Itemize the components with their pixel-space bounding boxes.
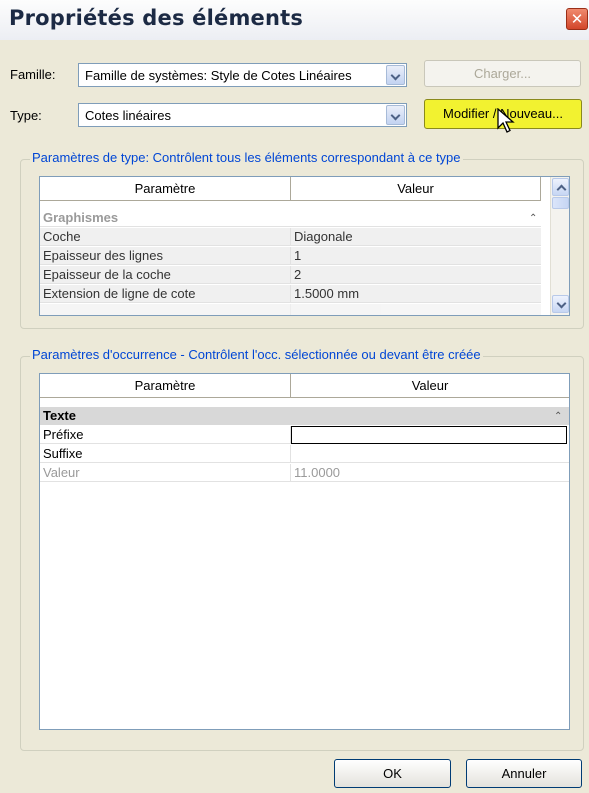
type-params-grid: Paramètre Valeur Graphismes ⌃ Coche Diag…: [39, 176, 570, 316]
table-row[interactable]: Valeur 11.0000: [40, 464, 569, 482]
param-value[interactable]: [291, 445, 569, 463]
type-label: Type:: [10, 108, 42, 123]
charger-button[interactable]: Charger...: [424, 60, 581, 87]
chevron-down-icon[interactable]: [386, 105, 405, 125]
group-row-graphismes[interactable]: Graphismes ⌃: [40, 209, 541, 227]
famille-value: Famille de systèmes: Style de Cotes Liné…: [85, 68, 352, 83]
param-name: Coche: [40, 228, 291, 246]
group-label: Texte: [43, 408, 76, 423]
param-name: Suffixe: [40, 445, 291, 463]
param-value: 1.5000 mm: [291, 285, 541, 303]
scroll-down-button[interactable]: [552, 295, 569, 313]
close-icon: ✕: [570, 10, 584, 28]
prefixe-input[interactable]: [291, 426, 567, 444]
dialog-body: Famille: Famille de systèmes: Style de C…: [0, 40, 589, 793]
param-value: 1: [291, 247, 541, 265]
instance-params-grid: Paramètre Valeur Texte ⌃ Préfixe Suffixe…: [39, 373, 570, 730]
window-title: Propriétés des éléments: [9, 6, 304, 30]
type-params-legend: Paramètres de type: Contrôlent tous les …: [30, 150, 463, 165]
table-row-partial: [40, 304, 541, 315]
param-name: Epaisseur des lignes: [40, 247, 291, 265]
ok-button[interactable]: OK: [334, 759, 451, 788]
col-header-parametre[interactable]: Paramètre: [40, 374, 291, 398]
table-row[interactable]: Epaisseur des lignes 1: [40, 247, 541, 265]
col-header-valeur[interactable]: Valeur: [291, 177, 541, 201]
group-label: Graphismes: [40, 209, 541, 227]
instance-params-legend: Paramètres d'occurrence - Contrôlent l'o…: [30, 347, 483, 362]
param-value: 2: [291, 266, 541, 284]
scroll-thumb[interactable]: [552, 197, 569, 209]
param-name: Préfixe: [40, 426, 291, 444]
param-value: Diagonale: [291, 228, 541, 246]
param-name: Valeur: [40, 464, 291, 482]
double-chevron-up-icon[interactable]: ⌃: [554, 408, 562, 425]
col-header-parametre[interactable]: Paramètre: [40, 177, 291, 201]
table-row[interactable]: Coche Diagonale: [40, 228, 541, 246]
group-row-texte[interactable]: Texte ⌃: [40, 407, 569, 425]
famille-label: Famille:: [10, 67, 56, 82]
param-name: Epaisseur de la coche: [40, 266, 291, 284]
table-row[interactable]: Epaisseur de la coche 2: [40, 266, 541, 284]
close-button[interactable]: ✕: [566, 8, 588, 30]
vertical-scrollbar[interactable]: [550, 177, 569, 315]
title-bar: Propriétés des éléments ✕: [0, 0, 589, 40]
type-select[interactable]: Cotes linéaires: [78, 103, 407, 127]
table-row[interactable]: Suffixe: [40, 445, 569, 463]
cancel-button[interactable]: Annuler: [466, 759, 582, 788]
type-value: Cotes linéaires: [85, 108, 171, 123]
chevron-down-icon[interactable]: [386, 65, 405, 85]
table-row[interactable]: Extension de ligne de cote 1.5000 mm: [40, 285, 541, 303]
double-chevron-up-icon[interactable]: ⌃: [529, 210, 537, 227]
param-name: Extension de ligne de cote: [40, 285, 291, 303]
table-row[interactable]: Préfixe: [40, 426, 569, 444]
famille-select[interactable]: Famille de systèmes: Style de Cotes Liné…: [78, 63, 407, 87]
param-value: 11.0000: [291, 464, 569, 482]
col-header-valeur[interactable]: Valeur: [291, 374, 569, 398]
mouse-pointer-icon: [497, 108, 515, 133]
scroll-up-button[interactable]: [552, 178, 569, 196]
